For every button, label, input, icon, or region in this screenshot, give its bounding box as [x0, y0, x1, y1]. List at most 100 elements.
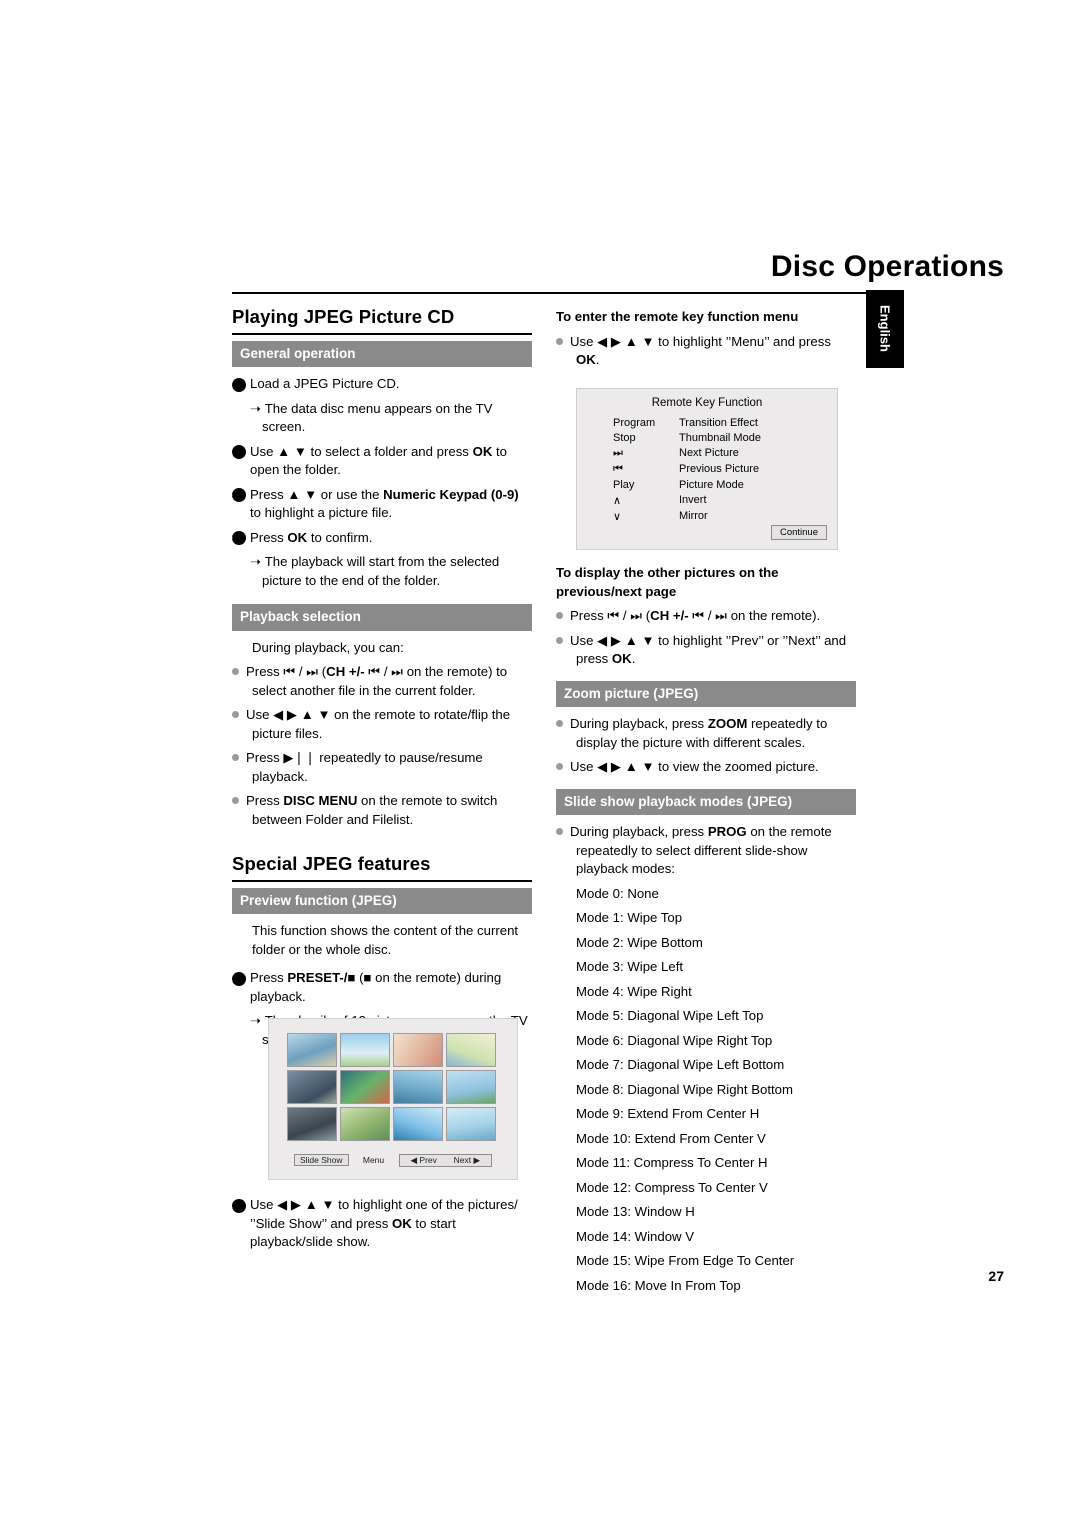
- step-number-1: 1: [227, 377, 246, 392]
- thumbnail-item: [340, 1070, 390, 1104]
- step-3-text: Press ▲ ▼ or use the Numeric Keypad (0-9…: [250, 486, 519, 521]
- preview-step-2: 2 Use ◀ ▶ ▲ ▼ to highlight one of the pic…: [227, 1196, 532, 1252]
- step-2-text: Use ▲ ▼ to select a folder and press OK …: [250, 443, 508, 478]
- step-number-3: 3: [227, 488, 246, 502]
- left-column-continued: 2 Use ◀ ▶ ▲ ▼ to highlight one of the pic…: [227, 1196, 532, 1258]
- bar-playback-selection: Playback selection: [232, 604, 532, 631]
- step-number-1: 1: [227, 971, 246, 986]
- prev-next-button[interactable]: ◀ Prev Next ▶: [398, 1154, 493, 1167]
- rkf-key-up-icon: ∧: [613, 494, 622, 507]
- slide-show-button[interactable]: Slide Show: [293, 1154, 349, 1166]
- rkf-key-down-icon: ∨: [613, 510, 622, 523]
- rkf-key: Program: [613, 416, 656, 429]
- table-row: Stop Thumbnail Mode: [613, 430, 761, 445]
- thumbnail-item: [340, 1033, 390, 1067]
- rkf-key-next-icon: ⏭: [613, 446, 623, 459]
- step-1-note-text: The data disc menu appears on the TV scr…: [262, 400, 493, 435]
- table-row: ⏮ Previous Picture: [613, 461, 761, 477]
- page-bullet-1-text: Press ⏮ / ⏭ (CH +/- ⏮ / ⏭ on the remote)…: [570, 608, 821, 623]
- playback-bullet-4-text: Press DISC MENU on the remote to switch …: [246, 793, 498, 827]
- thumbnail-item: [287, 1033, 337, 1067]
- preview-intro: This function shows the content of the c…: [252, 923, 519, 957]
- thumbnail-preview-screen: Slide Show Menu ◀ Prev Next ▶: [268, 1018, 518, 1180]
- thumbnail-item: [393, 1107, 443, 1141]
- playback-bullet-2: Use ◀ ▶ ▲ ▼ on the remote to rotate/flip…: [232, 706, 532, 743]
- page-bullet-2-text: Use ◀ ▶ ▲ ▼ to highlight ’’Prev’’ or ’’N…: [570, 632, 847, 667]
- bar-slide-show-modes: Slide show playback modes (JPEG): [556, 788, 856, 815]
- mode-item: Mode 10: Extend From Center V: [576, 1130, 766, 1146]
- manual-page: Disc Operations English Playing JPEG Pic…: [0, 0, 1080, 1528]
- mode-item: Mode 16: Move In From Top: [576, 1277, 741, 1293]
- playback-bullet-4: Press DISC MENU on the remote to switch …: [232, 792, 532, 829]
- bar-general-operation: General operation: [232, 340, 532, 367]
- prev-label: ◀ Prev: [410, 1155, 437, 1165]
- menu-button[interactable]: Menu: [363, 1155, 384, 1165]
- table-row: Play Picture Mode: [613, 477, 761, 492]
- bullet-dot-icon: [556, 763, 563, 770]
- bullet-dot-icon: [556, 612, 563, 619]
- mode-item: Mode 15: Wipe From Edge To Center: [576, 1253, 795, 1268]
- page-bullet-1: Press ⏮ / ⏭ (CH +/- ⏮ / ⏭ on the remote)…: [556, 607, 856, 626]
- step-1-note: ➝ The data disc menu appears on the TV s…: [250, 400, 493, 435]
- bullet-dot-icon: [556, 720, 563, 727]
- section-special-jpeg-title: Special JPEG features: [232, 854, 532, 882]
- thumbnail-item: [287, 1107, 337, 1141]
- playback-bullet-1: Press ⏮ / ⏭ (CH +/- ⏮ / ⏭ on the remote)…: [232, 663, 532, 700]
- mode-item: Mode 0: None: [576, 885, 659, 901]
- preview-step-2-text: Use ◀ ▶ ▲ ▼ to highlight one of the pict…: [250, 1197, 518, 1249]
- playback-bullet-3-text: Press ▶❘❘ repeatedly to pause/resume pla…: [246, 750, 483, 784]
- mode-item: Mode 7: Diagonal Wipe Left Bottom: [576, 1057, 785, 1072]
- preview-step-1-text: Press PRESET-/■ (■ on the remote) during…: [250, 970, 502, 1004]
- bullet-dot-icon: [556, 636, 563, 644]
- thumbnail-item: [340, 1107, 390, 1141]
- thumbnail-item: [393, 1033, 443, 1067]
- slideshow-intro: During playback, press PROG on the remot…: [556, 823, 856, 879]
- language-tab-label: English: [877, 305, 893, 352]
- heading-remote-key-menu: To enter the remote key function menu: [556, 309, 799, 324]
- heading-prev-next-page: To display the other pictures on the pre…: [556, 565, 779, 599]
- rkf-fn: Previous Picture: [679, 462, 760, 475]
- table-row: ⏭ Next Picture: [613, 445, 761, 461]
- remote-key-function-title: Remote Key Function: [651, 397, 763, 409]
- continue-button[interactable]: Continue: [770, 525, 827, 540]
- thumbnail-item: [446, 1107, 496, 1141]
- title-rule: [232, 292, 904, 294]
- mode-item: Mode 9: Extend From Center H: [576, 1106, 760, 1121]
- step-1-text: Load a JPEG Picture CD.: [250, 376, 400, 391]
- page-number: 27: [988, 1268, 1004, 1284]
- thumbnail-item: [393, 1070, 443, 1104]
- step-3: 3 Press ▲ ▼ or use the Numeric Keypad (0-…: [227, 486, 532, 523]
- remote-key-function-table: Program Transition Effect Stop Thumbnail M…: [613, 415, 761, 524]
- zoom-bullet-1: During playback, press ZOOM repeatedly t…: [556, 715, 856, 752]
- mode-item: Mode 4: Wipe Right: [576, 983, 692, 999]
- mode-item: Mode 2: Wipe Bottom: [576, 934, 703, 950]
- bullet-dot-icon: [556, 337, 563, 345]
- thumbnail-item: [287, 1070, 337, 1104]
- rkf-key-prev-icon: ⏮: [613, 462, 623, 475]
- bar-zoom-picture: Zoom picture (JPEG): [556, 680, 856, 707]
- table-row: ∨ Mirror: [613, 508, 761, 524]
- playback-bullet-3: Press ▶❘❘ repeatedly to pause/resume pla…: [232, 749, 532, 786]
- step-4-note: ➝ The playback will start from the selec…: [250, 554, 500, 588]
- mode-item: Mode 11: Compress To Center H: [576, 1155, 768, 1170]
- zoom-bullet-2: Use ◀ ▶ ▲ ▼ to view the zoomed picture.: [556, 758, 856, 777]
- mode-item: Mode 6: Diagonal Wipe Right Top: [576, 1032, 773, 1048]
- bar-preview-function: Preview function (JPEG): [232, 887, 532, 914]
- remote-key-function-panel: Remote Key Function Program Transition Ef…: [576, 388, 838, 550]
- rkf-key: Play: [613, 478, 635, 491]
- playback-bullet-1-text: Press ⏮ / ⏭ (CH +/- ⏮ / ⏭ on the remote)…: [246, 664, 508, 698]
- left-column: Playing JPEG Picture CD General operatio…: [227, 307, 532, 1055]
- remote-key-bullet: Use ◀ ▶ ▲ ▼ to highlight ’’Menu’’ and pr…: [556, 333, 856, 370]
- right-column: To enter the remote key function menu Us…: [556, 308, 856, 376]
- bullet-dot-icon: [232, 711, 239, 718]
- step-number-2: 2: [227, 445, 246, 459]
- step-number-2: 2: [227, 1198, 246, 1213]
- remote-key-bullet-text: Use ◀ ▶ ▲ ▼ to highlight ’’Menu’’ and pr…: [570, 333, 831, 368]
- table-row: ∧ Invert: [613, 492, 761, 508]
- bullet-dot-icon: [232, 797, 239, 804]
- mode-item: Mode 8: Diagonal Wipe Right Bottom: [576, 1081, 793, 1097]
- language-tab: English: [866, 290, 904, 368]
- thumbnail-menubar: Slide Show Menu ◀ Prev Next ▶: [269, 1154, 517, 1167]
- rkf-fn: Picture Mode: [679, 478, 744, 491]
- right-column-continued: To display the other pictures on the pre…: [556, 564, 856, 1301]
